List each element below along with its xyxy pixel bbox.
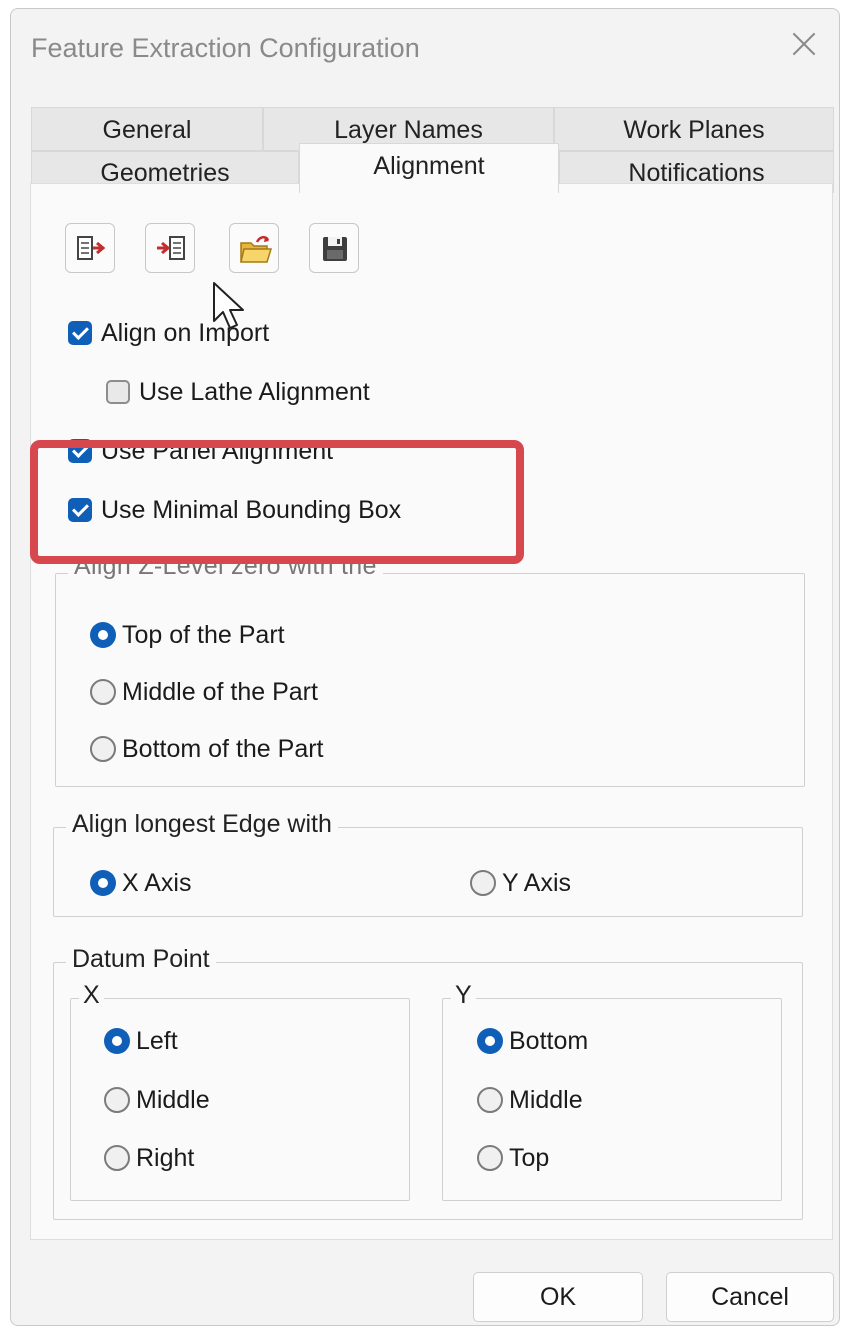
radio-label: Right <box>136 1143 195 1172</box>
radio-label: Middle of the Part <box>122 677 318 706</box>
tab-alignment[interactable]: Alignment <box>299 143 559 193</box>
radio-unselected-icon <box>477 1145 503 1171</box>
tab-label: Alignment <box>373 152 485 180</box>
window-title: Feature Extraction Configuration <box>31 33 420 63</box>
highlight-annotation <box>30 440 524 564</box>
radio-label: Top <box>509 1143 550 1172</box>
ok-button[interactable]: OK <box>473 1272 643 1322</box>
radio-unselected-icon <box>90 736 116 762</box>
radio-label: Top of the Part <box>122 620 285 649</box>
radio-y-top[interactable]: Top <box>477 1141 549 1175</box>
export-icon <box>77 236 106 260</box>
radio-label: Bottom of the Part <box>122 734 324 763</box>
cancel-button[interactable]: Cancel <box>666 1272 834 1322</box>
radio-x-middle[interactable]: Middle <box>104 1083 210 1117</box>
datum-point-group-legend: Datum Point <box>66 945 216 974</box>
use-lathe-alignment-label: Use Lathe Alignment <box>139 377 370 406</box>
tab-label: Work Planes <box>623 116 765 144</box>
open-folder-icon <box>240 236 273 263</box>
mouse-cursor-icon <box>213 282 244 329</box>
title-bar: Feature Extraction Configuration <box>11 9 839 89</box>
radio-middle-of-part[interactable]: Middle of the Part <box>90 675 318 709</box>
save-button[interactable] <box>309 223 359 273</box>
radio-unselected-icon <box>470 870 496 896</box>
radio-label: Middle <box>136 1085 210 1114</box>
radio-unselected-icon <box>104 1087 130 1113</box>
checkbox-unchecked-icon <box>106 380 130 404</box>
save-icon <box>323 237 347 261</box>
radio-selected-icon <box>104 1028 130 1054</box>
close-icon[interactable] <box>787 27 821 61</box>
radio-x-axis[interactable]: X Axis <box>90 866 191 900</box>
radio-unselected-icon <box>477 1087 503 1113</box>
radio-bottom-of-part[interactable]: Bottom of the Part <box>90 732 324 766</box>
radio-label: X Axis <box>122 868 192 897</box>
radio-top-of-part[interactable]: Top of the Part <box>90 618 285 652</box>
open-folder-button[interactable] <box>229 223 279 273</box>
radio-label: Middle <box>509 1085 583 1114</box>
tab-general[interactable]: General <box>31 107 263 151</box>
datum-x-group-legend: X <box>79 981 104 1010</box>
export-button[interactable] <box>65 223 115 273</box>
datum-y-group-legend: Y <box>451 981 476 1010</box>
tab-work-planes[interactable]: Work Planes <box>554 107 834 151</box>
tab-label: General <box>102 116 192 144</box>
radio-label: Left <box>136 1026 178 1055</box>
longest-edge-group-legend: Align longest Edge with <box>66 810 338 839</box>
radio-label: Y Axis <box>502 868 572 897</box>
radio-selected-icon <box>477 1028 503 1054</box>
import-button[interactable] <box>145 223 195 273</box>
radio-selected-icon <box>90 870 116 896</box>
radio-y-bottom[interactable]: Bottom <box>477 1024 588 1058</box>
import-icon <box>157 236 185 260</box>
radio-unselected-icon <box>90 679 116 705</box>
radio-y-middle[interactable]: Middle <box>477 1083 583 1117</box>
radio-label: Bottom <box>509 1026 589 1055</box>
use-lathe-alignment-checkbox[interactable]: Use Lathe Alignment <box>106 375 370 409</box>
radio-y-axis[interactable]: Y Axis <box>470 866 571 900</box>
radio-x-left[interactable]: Left <box>104 1024 178 1058</box>
radio-x-right[interactable]: Right <box>104 1141 194 1175</box>
radio-unselected-icon <box>104 1145 130 1171</box>
radio-selected-icon <box>90 622 116 648</box>
checkbox-checked-icon <box>68 321 92 345</box>
